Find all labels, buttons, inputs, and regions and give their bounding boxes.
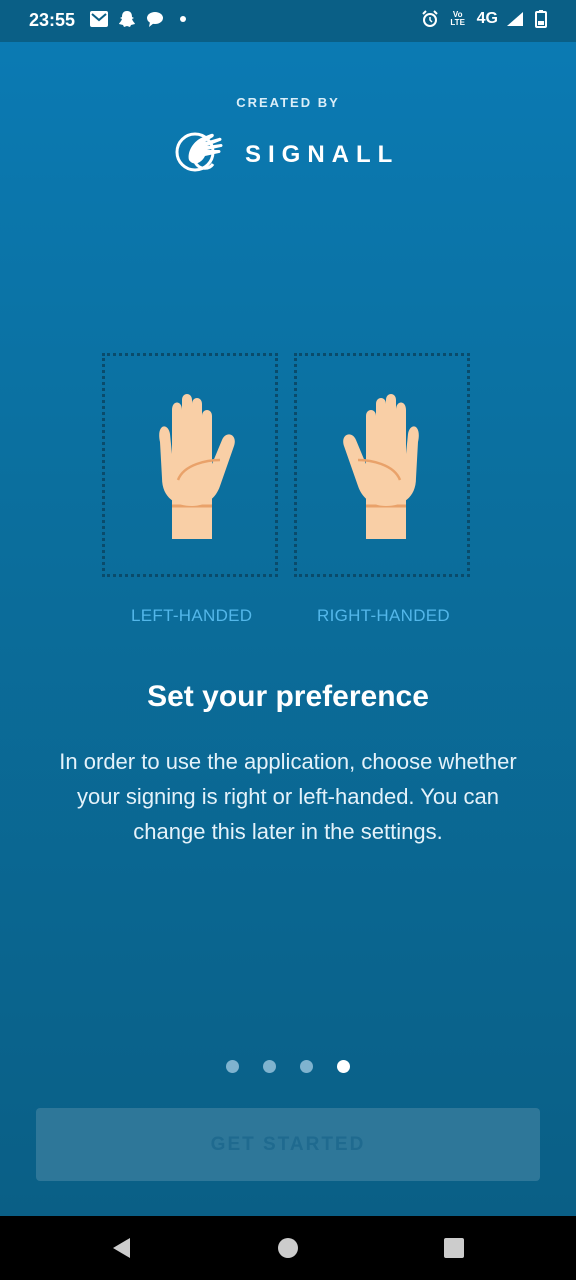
right-handed-option[interactable] (294, 353, 470, 577)
left-handed-label[interactable]: LEFT-HANDED (131, 606, 252, 626)
created-by-label: CREATED BY (236, 95, 340, 110)
status-time: 23:55 (29, 10, 76, 30)
volte-icon: Vo LTE (450, 10, 465, 27)
snapchat-icon (118, 10, 136, 28)
page-dot (300, 1060, 313, 1073)
signall-logo-icon (175, 130, 229, 179)
brand-name: SIGNALL (245, 140, 400, 168)
get-started-button[interactable]: GET STARTED (36, 1108, 540, 1181)
page-dot-active (337, 1060, 350, 1073)
back-icon[interactable] (110, 1236, 134, 1260)
page-dot (263, 1060, 276, 1073)
gmail-icon (90, 10, 108, 28)
signal-icon (506, 10, 524, 28)
page-dot (226, 1060, 239, 1073)
page-title: Set your preference (147, 680, 429, 713)
brand-logo: SIGNALL (175, 130, 399, 179)
navigation-bar (0, 1216, 576, 1280)
battery-icon (532, 10, 550, 28)
notification-icons (90, 10, 192, 28)
left-handed-option[interactable] (102, 353, 278, 577)
right-handed-label[interactable]: RIGHT-HANDED (317, 606, 450, 626)
onboarding-screen: 23:55 Vo LTE 4G CREATED BY SIGNALL LEFT-… (0, 0, 576, 1216)
alarm-icon (421, 10, 439, 28)
status-bar: 23:55 Vo LTE 4G (0, 0, 576, 42)
page-description: In order to use the application, choose … (59, 749, 517, 844)
page-indicator (226, 1060, 350, 1073)
network-type: 4G (476, 10, 498, 27)
chat-icon (146, 10, 164, 28)
recents-icon[interactable] (442, 1236, 466, 1260)
system-icons: Vo LTE 4G (421, 10, 550, 28)
dot-icon (174, 10, 192, 28)
home-icon[interactable] (276, 1236, 300, 1260)
right-hand-icon (343, 394, 419, 539)
left-hand-icon (159, 394, 235, 539)
